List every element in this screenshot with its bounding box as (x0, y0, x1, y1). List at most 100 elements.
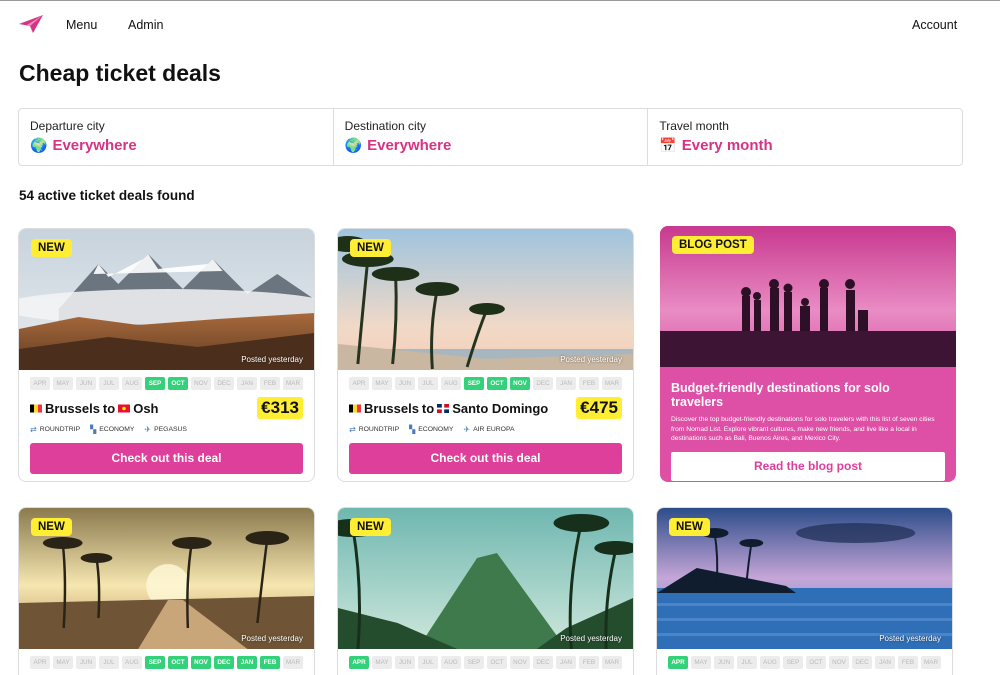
month-chip: SEP (783, 656, 803, 669)
month-chip: DEC (533, 377, 553, 390)
month-chip: MAY (691, 656, 711, 669)
blog-title: Budget-friendly destinations for solo tr… (671, 381, 890, 409)
month-chip: NOV (191, 377, 211, 390)
belgium-flag-icon (30, 404, 42, 412)
route-title: Brussels to Santo Domingo (349, 401, 548, 416)
read-blog-button[interactable]: Read the blog post (671, 452, 945, 482)
filter-value: Every month (681, 137, 773, 154)
seat-icon: ▚ (409, 425, 416, 434)
month-chip: SEP (145, 656, 165, 669)
filter-value: Everywhere (367, 137, 452, 154)
month-chip: JUL (99, 656, 119, 669)
month-chip: OCT (487, 656, 507, 669)
deal-card[interactable]: NEW Posted yesterday APR MAY JUN JUL AUG SEP O… (18, 507, 315, 675)
departure-city-filter[interactable]: Departure city 🌍 Everywhere (19, 109, 334, 165)
route-to-word: to (102, 400, 116, 416)
posted-time: Posted yesterday (241, 355, 303, 364)
month-chip: JUN (395, 656, 415, 669)
month-chip: OCT (168, 656, 188, 669)
trip-type: ROUNDTRIP (358, 426, 400, 433)
posted-time: Posted yesterday (879, 634, 941, 643)
nav-menu-link[interactable]: Menu (66, 18, 97, 32)
nav-admin-link[interactable]: Admin (128, 18, 163, 32)
month-chip: JUN (76, 656, 96, 669)
airline: PEGASUS (154, 426, 187, 433)
blog-description: Discover the top budget-friendly destina… (671, 416, 935, 443)
blog-image: BLOG POST (660, 226, 956, 367)
posted-time: Posted yesterday (560, 634, 622, 643)
month-chip: MAY (372, 656, 392, 669)
globe-icon: 🌍 (30, 137, 48, 153)
deal-card[interactable]: NEW Posted yesterday APR MAY JUN JUL AUG SEP O… (337, 507, 634, 675)
destination-city-filter[interactable]: Destination city 🌍 Everywhere (334, 109, 649, 165)
roundtrip-icon: ⇄ (30, 425, 37, 434)
month-chip: APR (668, 656, 688, 669)
deal-price: €475 (576, 397, 622, 419)
nav-account-link[interactable]: Account (912, 18, 957, 32)
deal-image: NEW Posted yesterday (338, 229, 633, 370)
month-chip: APR (349, 656, 369, 669)
calendar-icon: 📅 (659, 137, 677, 153)
deal-card[interactable]: NEW Posted yesterday APR MAY JUN JUL AUG SEP O… (656, 507, 953, 675)
month-chip: JUL (418, 377, 438, 390)
month-chip: AUG (122, 656, 142, 669)
month-chip: JUL (99, 377, 119, 390)
month-chip: DEC (852, 656, 872, 669)
month-chip: NOV (510, 656, 530, 669)
top-nav: Menu Admin Account (0, 0, 1000, 50)
cabin-class: ECONOMY (99, 426, 135, 433)
month-chip: FEB (579, 377, 599, 390)
deal-card[interactable]: NEW Posted yesterday APR MAY JUN JUL AUG SEP O… (337, 228, 634, 482)
month-chip: APR (30, 656, 50, 669)
filter-value: Everywhere (52, 137, 137, 154)
month-chip: JUL (418, 656, 438, 669)
month-chip: OCT (806, 656, 826, 669)
month-chip: SEP (464, 656, 484, 669)
month-chip: OCT (487, 377, 507, 390)
plane-icon: ✈ (463, 425, 471, 434)
deal-card[interactable]: NEW Posted yesterday APR MAY JUN JUL AUG SEP O… (18, 228, 315, 482)
month-availability: APR MAY JUN JUL AUG SEP OCT NOV DEC JAN FEB MAR (19, 370, 314, 390)
travel-month-filter[interactable]: Travel month 📅 Every month (648, 109, 962, 165)
month-availability: APR MAY JUN JUL AUG SEP OCT NOV DEC JAN FEB MAR (338, 370, 633, 390)
month-chip: DEC (214, 377, 234, 390)
month-chip: MAR (602, 656, 622, 669)
route-from: Brussels (45, 400, 100, 416)
filter-label: Travel month (659, 119, 729, 133)
check-deal-button[interactable]: Check out this deal (30, 443, 303, 474)
route-title: Brussels to Osh (30, 401, 159, 416)
deal-meta: ⇄ ROUNDTRIP ▚ ECONOMY ✈ AIR EUROPA (338, 419, 633, 434)
month-chip: MAR (921, 656, 941, 669)
month-chip: JAN (556, 377, 576, 390)
month-chip: NOV (191, 656, 211, 669)
month-chip: APR (349, 377, 369, 390)
deal-image: NEW Posted yesterday (19, 508, 314, 649)
posted-time: Posted yesterday (241, 634, 303, 643)
month-chip: FEB (260, 656, 280, 669)
month-chip: JAN (556, 656, 576, 669)
month-chip: JUL (737, 656, 757, 669)
month-availability: APR MAY JUN JUL AUG SEP OCT NOV DEC JAN FEB MAR (657, 649, 952, 669)
month-chip: JUN (395, 377, 415, 390)
month-chip: JAN (237, 656, 257, 669)
roundtrip-icon: ⇄ (349, 425, 356, 434)
check-deal-button[interactable]: Check out this deal (349, 443, 622, 474)
month-availability: APR MAY JUN JUL AUG SEP OCT NOV DEC JAN FEB MAR (338, 649, 633, 669)
month-chip: FEB (579, 656, 599, 669)
deal-image: NEW Posted yesterday (657, 508, 952, 649)
blog-card[interactable]: BLOG POST Budget-friendly destinations f… (660, 226, 956, 482)
month-chip: MAR (602, 377, 622, 390)
month-chip: AUG (441, 656, 461, 669)
globe-icon: 🌍 (344, 137, 363, 153)
seat-icon: ▚ (90, 425, 97, 434)
month-chip: JAN (875, 656, 895, 669)
belgium-flag-icon (349, 404, 361, 412)
paper-plane-icon[interactable] (19, 15, 43, 33)
month-chip: MAY (53, 377, 73, 390)
month-chip: MAR (283, 377, 303, 390)
filter-bar: Departure city 🌍 Everywhere Destination … (18, 108, 963, 166)
new-badge: NEW (31, 518, 72, 536)
month-chip: MAY (53, 656, 73, 669)
deal-price: €313 (257, 397, 303, 419)
new-badge: NEW (31, 239, 72, 257)
